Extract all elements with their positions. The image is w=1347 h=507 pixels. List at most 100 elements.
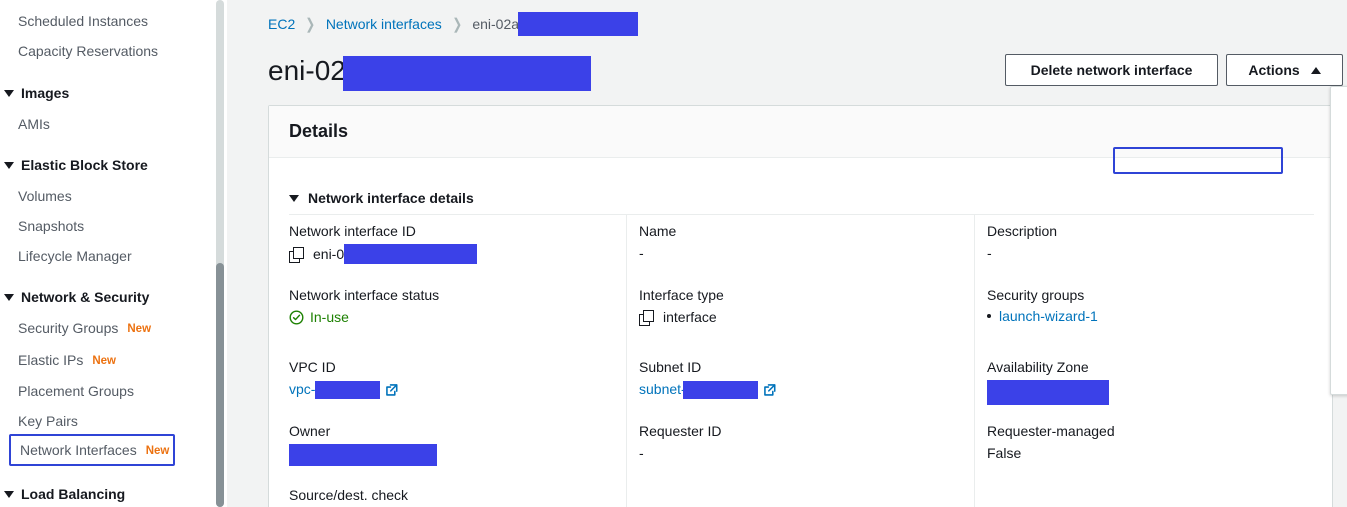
sidebar-item-elastic-ips[interactable]: Elastic IPs New <box>18 351 116 370</box>
ec2-network-interface-detail-page: Scheduled Instances Capacity Reservation… <box>0 0 1347 507</box>
network-interface-details-label: Network interface details <box>308 190 474 206</box>
sidebar-item-network-interfaces-inner[interactable]: Network Interfaces New <box>20 441 169 460</box>
sidebar-item-label: Scheduled Instances <box>18 13 148 29</box>
field-label: Name <box>639 223 677 239</box>
redaction-box-title <box>342 56 591 92</box>
external-link-icon[interactable] <box>385 383 399 397</box>
sidebar-item-label: Network Interfaces <box>20 442 137 458</box>
copy-icon[interactable] <box>289 246 304 263</box>
sidebar-item-placement-groups[interactable]: Placement Groups <box>18 382 134 400</box>
redaction-box-breadcrumb <box>518 12 639 36</box>
menu-item-attach: Attach <box>1331 90 1347 121</box>
sidebar-section-load-balancing[interactable]: Load Balancing <box>4 485 125 503</box>
sidebar-item-lifecycle-manager[interactable]: Lifecycle Manager <box>18 247 132 265</box>
sidebar-item-capacity-reservations[interactable]: Capacity Reservations <box>18 42 158 60</box>
status-badge: In-use <box>289 308 349 327</box>
sidebar-item-amis[interactable]: AMIs <box>18 115 50 133</box>
menu-item-change-security-groups[interactable]: Change security groups <box>1331 276 1347 307</box>
sidebar-item-label: Capacity Reservations <box>18 43 159 59</box>
sidebar-item-label: Snapshots <box>18 218 85 234</box>
breadcrumb-item-network-interfaces[interactable]: Network interfaces <box>326 16 442 32</box>
sidebar-item-scheduled-instances[interactable]: Scheduled Instances <box>18 12 148 30</box>
chevron-up-icon <box>1310 66 1321 74</box>
status-text: In-use <box>310 309 349 325</box>
chevron-down-icon <box>4 490 14 498</box>
sidebar-section-network-and-security[interactable]: Network & Security <box>4 288 149 306</box>
field-description: Description - <box>987 222 1317 263</box>
network-interface-details-toggle[interactable]: Network interface details <box>289 190 474 206</box>
redaction-box-vpc-id <box>315 380 381 399</box>
menu-item-change-termination-behaviour[interactable]: Change termination behaviour <box>1331 245 1347 276</box>
security-group-link[interactable]: launch-wizard-1 <box>999 308 1098 324</box>
external-link-icon[interactable] <box>763 383 777 397</box>
sidebar-item-label: Key Pairs <box>18 413 78 429</box>
field-value: - <box>639 245 644 261</box>
field-value <box>987 380 1317 405</box>
check-circle-icon <box>289 310 304 325</box>
field-value-text: eni-0 <box>313 245 345 262</box>
menu-item-change-description[interactable]: Change description <box>1331 369 1347 400</box>
menu-item-manage-ip-addresses[interactable]: Manage IP addresses <box>1331 152 1347 183</box>
chevron-down-icon <box>4 89 14 97</box>
sidebar-section-label: Elastic Block Store <box>21 157 148 173</box>
sidebar-scrollbar-thumb[interactable] <box>216 263 224 507</box>
details-panel-title: Details <box>289 121 349 141</box>
menu-item-associate-address[interactable]: Associate address <box>1331 183 1347 214</box>
page-title: eni-02 <box>268 54 591 92</box>
actions-dropdown-menu[interactable]: Attach Detach Manage IP addresses Associ… <box>1330 86 1347 395</box>
menu-item-manage-tags[interactable]: Manage tags <box>1331 338 1347 369</box>
field-label: Owner <box>289 423 331 439</box>
sidebar-item-security-groups[interactable]: Security Groups New <box>18 319 151 338</box>
sidebar-item-key-pairs[interactable]: Key Pairs <box>18 412 78 430</box>
breadcrumb-item-ec2[interactable]: EC2 <box>268 16 295 32</box>
field-requester-id: Requester ID - <box>639 422 969 463</box>
field-value: eni-0 <box>289 244 619 264</box>
column-divider <box>626 215 627 507</box>
menu-item-disassociate-address[interactable]: Disassociate address <box>1331 214 1347 245</box>
subnet-id-link[interactable]: subnet- <box>639 380 686 399</box>
delete-network-interface-button[interactable]: Delete network interface <box>1005 54 1218 86</box>
redaction-box-owner <box>289 444 437 466</box>
actions-button[interactable]: Actions <box>1226 54 1343 86</box>
field-network-interface-id: Network interface ID eni-0 <box>289 222 619 264</box>
vpc-id-link[interactable]: vpc- <box>289 380 315 399</box>
field-label: Subnet ID <box>639 359 702 375</box>
copy-icon[interactable] <box>639 310 654 326</box>
sidebar-item-volumes[interactable]: Volumes <box>18 187 72 205</box>
details-panel-header: Details <box>269 106 1332 158</box>
field-value-text: interface <box>663 309 717 325</box>
field-value: - <box>987 245 992 261</box>
sidebar-item-label: AMIs <box>18 116 50 132</box>
sidebar-section-elastic-block-store[interactable]: Elastic Block Store <box>4 156 148 174</box>
field-label: Requester-managed <box>987 423 1115 439</box>
breadcrumb: EC2 ❯ Network interfaces ❯ eni-02a <box>268 12 639 36</box>
sidebar-item-label: Lifecycle Manager <box>18 248 132 264</box>
field-name: Name - <box>639 222 969 263</box>
menu-item-detach[interactable]: Detach <box>1331 121 1347 152</box>
field-label: Availability Zone <box>987 359 1089 375</box>
chevron-down-icon <box>289 194 299 202</box>
field-value: False <box>987 445 1022 461</box>
field-label: Network interface ID <box>289 223 416 239</box>
field-label: Security groups <box>987 287 1085 303</box>
field-label: Description <box>987 223 1058 239</box>
menu-item-change-source-dest-check[interactable]: Change source/dest. check <box>1331 307 1347 338</box>
breadcrumb-separator-icon: ❯ <box>452 15 462 33</box>
field-requester-managed: Requester-managed False <box>987 422 1317 463</box>
bullet-icon <box>987 314 991 318</box>
breadcrumb-separator-icon: ❯ <box>305 15 316 33</box>
field-label: VPC ID <box>289 359 336 375</box>
new-badge: New <box>145 445 170 457</box>
field-subnet-id: Subnet ID subnet- <box>639 358 969 399</box>
main-content: EC2 ❯ Network interfaces ❯ eni-02a eni-0… <box>227 0 1347 507</box>
sidebar-item-network-interfaces[interactable]: Network Interfaces New <box>9 434 175 466</box>
sidebar-item-label: Security Groups <box>18 320 119 336</box>
page-title-text: eni-02 <box>268 55 346 86</box>
breadcrumb-item-current: eni-02a <box>472 16 520 32</box>
sidebar-item-label: Placement Groups <box>18 383 134 399</box>
field-label: Network interface status <box>289 287 440 303</box>
field-value <box>289 444 619 466</box>
sidebar-section-label: Network & Security <box>21 289 150 305</box>
sidebar-item-snapshots[interactable]: Snapshots <box>18 217 84 235</box>
sidebar-section-images[interactable]: Images <box>4 84 69 102</box>
